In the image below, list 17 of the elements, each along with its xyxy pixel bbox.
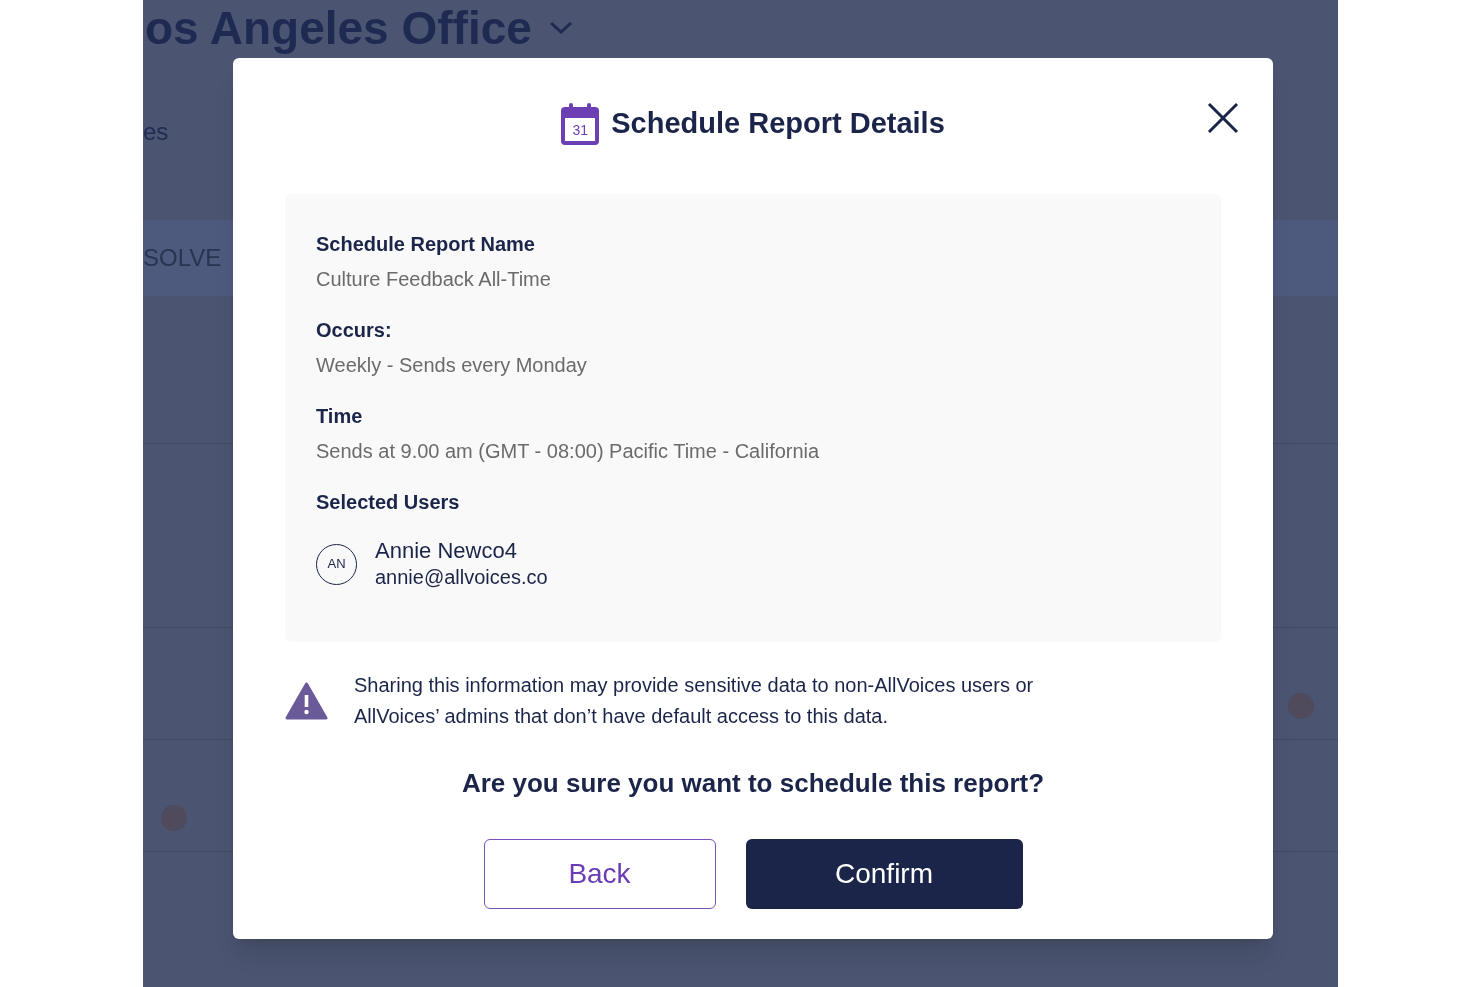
field-label: Schedule Report Name xyxy=(316,232,536,257)
user-name: Annie Newco4 xyxy=(375,538,518,564)
dialog-title: Schedule Report Details xyxy=(611,106,945,142)
warning-icon xyxy=(285,682,328,720)
chevron-down-icon xyxy=(547,20,574,36)
field-value: Sends at 9.00 am (GMT - 08:00) Pacific Time - California xyxy=(316,439,821,464)
field-label: Occurs: xyxy=(316,318,393,343)
warning-text: Sharing this information may provide sensitive data to non-AllVoices users or AllVoices’ admins that don’t have default access to this data. xyxy=(354,673,1035,729)
confirmation-question: Are you sure you want to schedule this report? xyxy=(461,767,1045,800)
back-button[interactable]: Back xyxy=(483,839,716,909)
close-icon xyxy=(1207,102,1239,134)
field-value: Weekly - Sends every Monday xyxy=(316,353,588,378)
confirm-button[interactable]: Confirm xyxy=(745,839,1023,909)
field-label: Selected Users xyxy=(316,490,461,515)
field-value: Culture Feedback All-Time xyxy=(316,267,552,292)
field-label: Time xyxy=(316,404,364,429)
user-email: annie@allvoices.co xyxy=(375,565,548,590)
